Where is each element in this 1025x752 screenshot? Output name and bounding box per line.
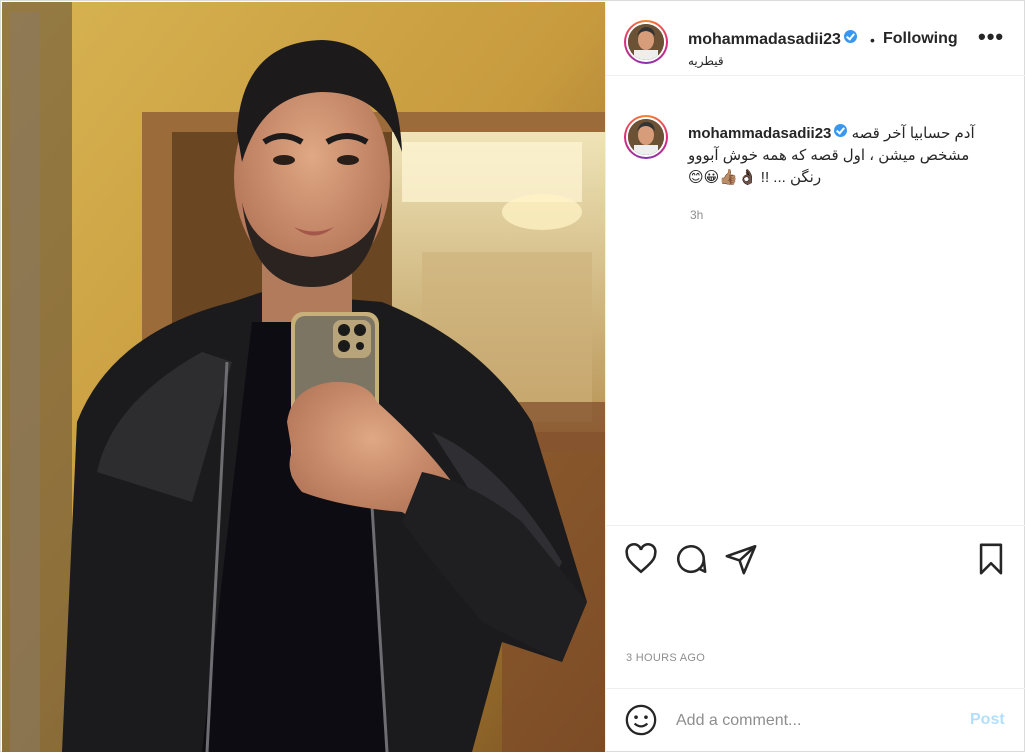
caption-text: mohammadasadii23 آدم حسابیا آخر قصه مشخص…: [688, 123, 980, 189]
comment-composer: Post: [606, 688, 1025, 752]
caption-avatar[interactable]: [624, 115, 668, 159]
comment-bubble-icon[interactable]: [674, 542, 708, 576]
bookmark-icon[interactable]: [974, 542, 1008, 576]
verified-badge-icon: [843, 30, 857, 43]
post-comment-button[interactable]: Post: [970, 711, 1005, 729]
mirror-selfie-illustration: [2, 2, 605, 752]
following-button[interactable]: Following: [883, 30, 958, 48]
avatar-image: [628, 119, 664, 155]
post-header: mohammadasadii23 • Following قیطریه •••: [606, 2, 1025, 76]
caption-username[interactable]: mohammadasadii23: [688, 125, 831, 142]
post-age: 3 HOURS AGO: [626, 652, 706, 664]
verified-badge-icon: [834, 124, 848, 137]
post-side-panel: mohammadasadii23 • Following قیطریه •••: [605, 2, 1025, 752]
username[interactable]: mohammadasadii23: [688, 31, 841, 48]
post-photo[interactable]: [2, 2, 605, 752]
avatar[interactable]: [624, 20, 668, 64]
caption-section: mohammadasadii23 آدم حسابیا آخر قصه مشخص…: [606, 76, 1025, 526]
avatar-image: [628, 24, 664, 60]
location-link[interactable]: قیطریه: [688, 54, 724, 68]
more-options-icon[interactable]: •••: [978, 26, 1004, 48]
caption-timestamp[interactable]: 3h: [690, 208, 703, 222]
heart-icon[interactable]: [624, 542, 658, 576]
comment-input[interactable]: [676, 709, 956, 733]
action-bar: [606, 527, 1025, 587]
smiley-icon[interactable]: [624, 703, 658, 737]
post-modal: mohammadasadii23 • Following قیطریه •••: [0, 0, 1025, 752]
username-link[interactable]: mohammadasadii23: [688, 30, 857, 49]
paper-plane-icon[interactable]: [724, 542, 758, 576]
separator-dot: •: [870, 32, 875, 48]
